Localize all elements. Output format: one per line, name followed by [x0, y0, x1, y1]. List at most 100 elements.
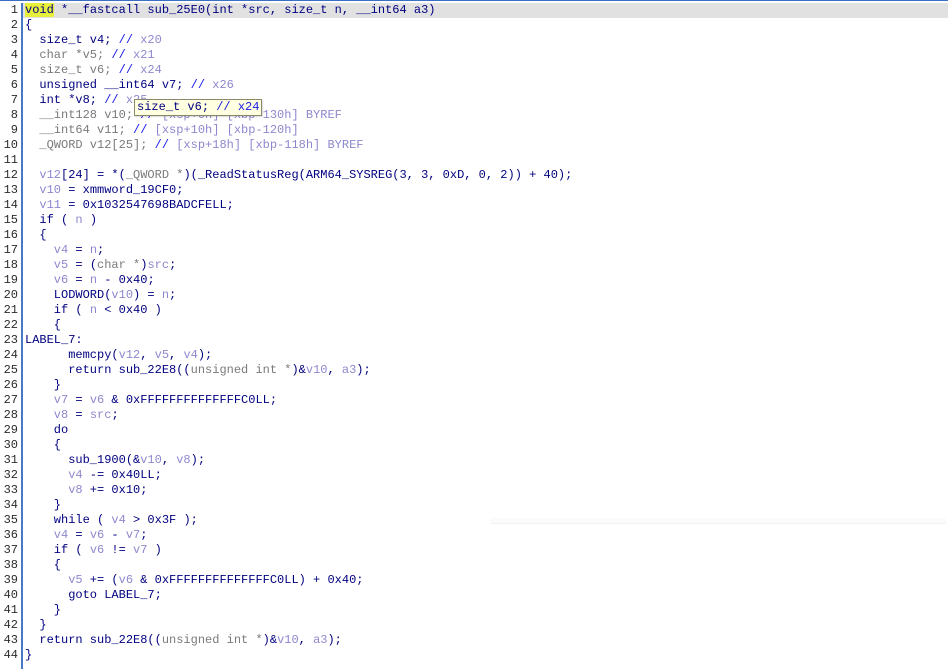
code-token[interactable]: < 0x40 ) — [97, 303, 162, 317]
code-token[interactable]: // — [133, 123, 155, 137]
code-line[interactable]: size_t v6; // x24 — [23, 63, 948, 78]
code-token[interactable]: , — [169, 348, 183, 362]
code-token[interactable]: = — [68, 243, 90, 257]
code-line[interactable] — [23, 153, 948, 168]
code-token[interactable]: ); — [327, 633, 341, 647]
code-line[interactable]: unsigned __int64 v7; // x26 — [23, 78, 948, 93]
code-token[interactable]: ); — [191, 453, 205, 467]
code-token[interactable]: != — [104, 543, 133, 557]
code-token[interactable]: v7 — [133, 543, 147, 557]
code-token[interactable]: ; — [140, 528, 147, 542]
code-line[interactable]: v8 += 0x10; — [23, 483, 948, 498]
code-token[interactable]: { — [25, 438, 61, 452]
code-line[interactable]: v8 = src; — [23, 408, 948, 423]
code-line[interactable]: } — [23, 498, 948, 513]
code-token[interactable]: , — [299, 633, 313, 647]
code-line[interactable]: { — [23, 18, 948, 33]
code-token[interactable]: v7 — [126, 528, 140, 542]
code-token[interactable]: __int128 v10; — [25, 108, 140, 122]
code-token[interactable]: v4 — [25, 243, 68, 257]
code-token[interactable]: v12 — [25, 168, 61, 182]
code-token[interactable]: unsigned __int64 v7; — [25, 78, 191, 92]
code-token[interactable]: return sub_22E8(( — [25, 363, 190, 377]
code-token[interactable]: & 0xFFFFFFFFFFFFFFC0LL) + 0x40; — [133, 573, 363, 587]
code-token[interactable]: { — [25, 228, 46, 242]
code-token[interactable]: ; — [169, 288, 176, 302]
code-token[interactable]: } — [25, 648, 32, 662]
code-line[interactable]: v4 = v6 - v7; — [23, 528, 948, 543]
code-token[interactable]: v6 — [90, 543, 104, 557]
code-token[interactable]: a3 — [342, 363, 356, 377]
code-token[interactable]: v8 — [25, 483, 82, 497]
code-line[interactable]: do — [23, 423, 948, 438]
code-token[interactable]: += ( — [83, 573, 119, 587]
code-token[interactable]: )& — [291, 363, 305, 377]
code-token[interactable]: - — [104, 528, 126, 542]
code-token[interactable]: x24 — [140, 63, 162, 77]
code-token[interactable]: size_t v6; — [25, 63, 119, 77]
code-token[interactable]: = ( — [68, 258, 97, 272]
code-line[interactable]: } — [23, 378, 948, 393]
code-token[interactable]: // — [111, 48, 133, 62]
code-token[interactable]: v5 — [25, 573, 82, 587]
code-token[interactable]: char * — [97, 258, 140, 272]
code-line[interactable]: goto LABEL_7; — [23, 588, 948, 603]
code-token[interactable]: int *v8; — [25, 93, 104, 107]
code-line[interactable]: LODWORD(v10) = n; — [23, 288, 948, 303]
code-token[interactable]: = — [68, 273, 90, 287]
code-line[interactable]: } — [23, 603, 948, 618]
code-token[interactable]: v10 — [140, 453, 162, 467]
code-token[interactable]: } — [25, 378, 61, 392]
code-line[interactable]: size_t v4; // x20 — [23, 33, 948, 48]
code-token[interactable]: v4 — [111, 513, 125, 527]
code-token[interactable]: )(_ReadStatusReg(ARM64_SYSREG(3, 3, 0xD,… — [183, 168, 572, 182]
code-line[interactable]: { — [23, 228, 948, 243]
code-token[interactable]: v10 — [111, 288, 133, 302]
code-token[interactable]: } — [25, 498, 61, 512]
code-token[interactable]: } — [25, 603, 61, 617]
code-line[interactable]: v4 = n; — [23, 243, 948, 258]
code-token[interactable]: ); — [198, 348, 212, 362]
code-token[interactable]: unsigned int * — [191, 363, 292, 377]
code-token[interactable]: // — [119, 33, 141, 47]
code-token[interactable]: // — [155, 138, 177, 152]
code-token[interactable]: if ( — [25, 543, 90, 557]
code-token[interactable]: } — [25, 618, 46, 632]
code-token[interactable]: n — [90, 273, 97, 287]
code-token[interactable]: v4 — [25, 468, 82, 482]
code-token[interactable]: // — [119, 63, 141, 77]
code-token[interactable]: ) = — [133, 288, 162, 302]
code-token[interactable]: goto LABEL_7; — [25, 588, 162, 602]
code-line[interactable]: v5 += (v6 & 0xFFFFFFFFFFFFFFC0LL) + 0x40… — [23, 573, 948, 588]
code-token[interactable]: if ( — [25, 303, 90, 317]
code-token[interactable]: memcpy( — [25, 348, 118, 362]
code-line[interactable]: return sub_22E8((unsigned int *)&v10, a3… — [23, 363, 948, 378]
code-line[interactable]: v6 = n - 0x40; — [23, 273, 948, 288]
code-token[interactable]: v4 — [25, 528, 68, 542]
code-line[interactable]: v12[24] = *(_QWORD *)(_ReadStatusReg(ARM… — [23, 168, 948, 183]
code-token[interactable]: v6 — [90, 528, 104, 542]
code-token[interactable]: v6 — [25, 273, 68, 287]
code-token[interactable]: ) — [83, 213, 97, 227]
code-token[interactable]: _QWORD v12[25]; — [25, 138, 155, 152]
code-token[interactable]: [xsp+18h] [xbp-118h] BYREF — [176, 138, 363, 152]
code-token[interactable]: > 0x3F ); — [126, 513, 198, 527]
code-token[interactable]: LODWORD( — [25, 288, 112, 302]
code-token[interactable]: & 0xFFFFFFFFFFFFFFC0LL; — [104, 393, 277, 407]
code-token[interactable]: src — [147, 258, 169, 272]
code-line[interactable]: { — [23, 438, 948, 453]
code-token[interactable]: unsigned int * — [162, 633, 263, 647]
code-token[interactable]: *__fastcall sub_25E0(int *src, size_t n,… — [54, 3, 435, 17]
code-token[interactable]: = xmmword_19CF0; — [61, 183, 183, 197]
code-line[interactable]: v11 = 0x1032547698BADCFELL; — [23, 198, 948, 213]
code-token[interactable]: ); — [356, 363, 370, 377]
code-line[interactable]: if ( n < 0x40 ) — [23, 303, 948, 318]
code-token[interactable]: n — [90, 243, 97, 257]
code-token[interactable]: )& — [263, 633, 277, 647]
code-token[interactable]: _QWORD * — [126, 168, 184, 182]
code-token[interactable]: v8 — [25, 408, 68, 422]
code-token[interactable]: { — [25, 318, 61, 332]
code-token[interactable]: src — [90, 408, 112, 422]
code-token[interactable]: if ( — [25, 213, 75, 227]
code-token[interactable]: [xsp+10h] [xbp-120h] — [155, 123, 299, 137]
